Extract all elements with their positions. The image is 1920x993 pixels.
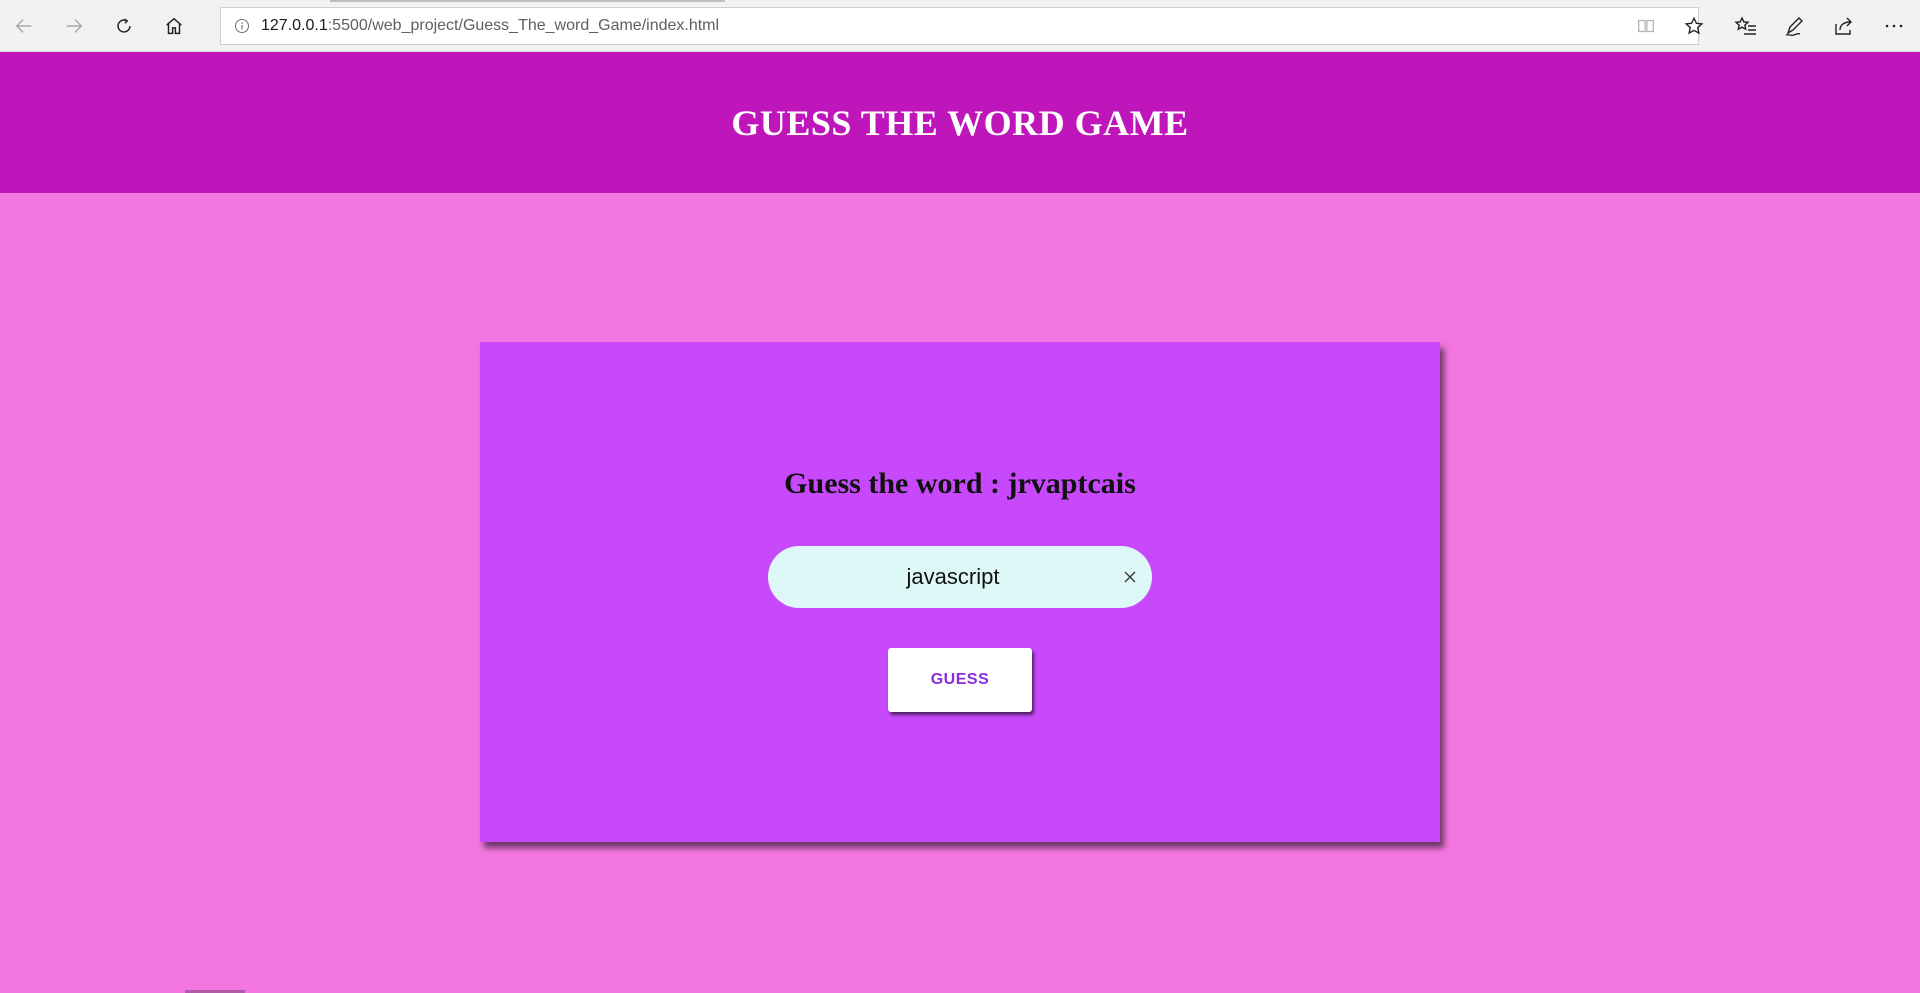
url-path: :5500/web_project/Guess_The_word_Game/in… [327, 17, 720, 34]
game-card: Guess the word : jrvaptcais GUESS [480, 342, 1440, 842]
url-host: 127.0.0.1 [261, 17, 328, 34]
share-button[interactable] [1826, 8, 1862, 44]
scrambled-word-prompt: Guess the word : jrvaptcais [784, 467, 1136, 500]
guess-input[interactable] [768, 546, 1108, 608]
refresh-icon [117, 18, 131, 33]
reading-view-icon [1638, 19, 1654, 33]
notes-button[interactable] [1777, 8, 1813, 44]
home-icon [166, 17, 182, 35]
guess-button[interactable]: GUESS [888, 648, 1032, 712]
forward-button[interactable] [56, 8, 92, 44]
more-icon [1885, 24, 1903, 28]
back-button[interactable] [6, 8, 42, 44]
refresh-button[interactable] [106, 8, 142, 44]
back-arrow-icon [15, 19, 32, 33]
browser-toolbar: 127.0.0.1:5500/web_project/Guess_The_wor… [0, 0, 1920, 52]
active-tab-indicator [330, 0, 725, 2]
star-icon [1684, 16, 1704, 35]
page-header: GUESS THE WORD GAME [0, 52, 1920, 193]
reading-view-button[interactable] [1628, 8, 1664, 44]
close-icon [1124, 571, 1136, 583]
favorites-hub-button[interactable] [1728, 8, 1764, 44]
page-title: GUESS THE WORD GAME [731, 102, 1189, 143]
forward-arrow-icon [66, 19, 83, 33]
pen-icon [1785, 17, 1803, 36]
address-bar[interactable]: 127.0.0.1:5500/web_project/Guess_The_wor… [220, 7, 1704, 45]
guess-input-container[interactable] [768, 546, 1152, 608]
info-icon[interactable] [233, 17, 251, 35]
share-icon [1835, 17, 1852, 35]
clear-input-button[interactable] [1118, 565, 1142, 589]
more-button[interactable] [1876, 8, 1912, 44]
url-text[interactable]: 127.0.0.1:5500/web_project/Guess_The_wor… [261, 17, 719, 35]
home-button[interactable] [156, 8, 192, 44]
favorite-button[interactable] [1676, 8, 1712, 44]
favorites-list-icon [1734, 16, 1756, 35]
